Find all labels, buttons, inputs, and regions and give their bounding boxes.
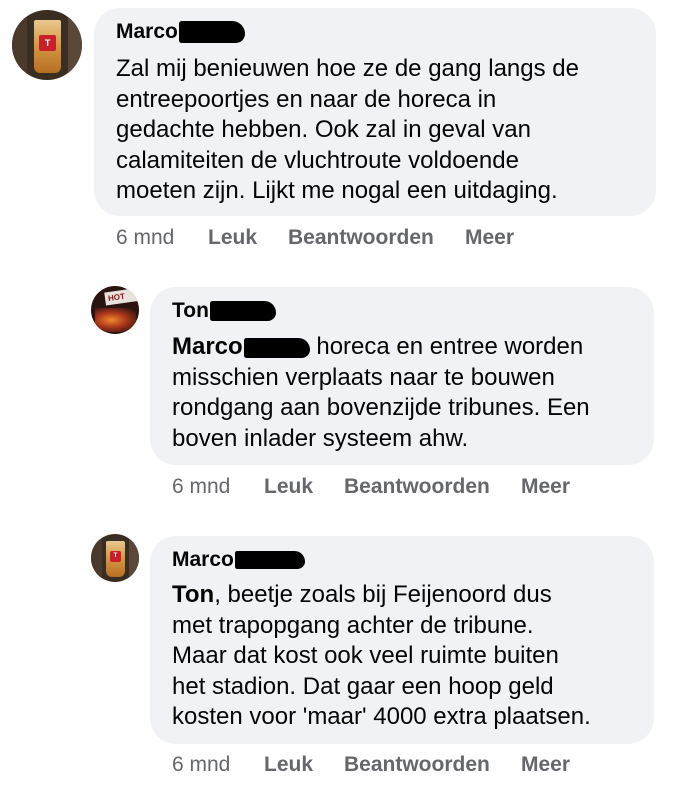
avatar-background (68, 10, 82, 80)
like-button[interactable]: Leuk (264, 474, 313, 500)
more-button[interactable]: Meer (465, 225, 514, 251)
comment-line: het stadion. Dat gaar een hoop geld (172, 672, 554, 700)
author-first-name: Marco (116, 20, 178, 43)
redaction-mark (178, 21, 245, 44)
timestamp[interactable]: 6 mnd (116, 225, 174, 251)
comment-line: calamiteiten de vluchtroute voldoende (116, 146, 519, 174)
comment-line: Marco horeca en entree worden (172, 332, 590, 363)
mention-name: Marco (172, 333, 243, 360)
reply-comment: HOT Ton Marco horeca en entree worden mi… (0, 280, 676, 510)
mention-link[interactable]: Marco (172, 333, 310, 360)
comment: T Marco Zal mij benieuwen hoe ze de gang… (0, 0, 676, 260)
comment-line: Zal mij benieuwen hoe ze de gang langs d… (116, 55, 579, 82)
comment-text: Zal mij benieuwen hoe ze de gang langs d… (116, 54, 579, 207)
more-button[interactable]: Meer (521, 474, 570, 500)
reply-comment: T Marco Ton, beetje zoals bij Feijenoord… (0, 528, 676, 800)
comment-line: misschien verplaats naar te bouwen (172, 363, 555, 391)
author-first-name: Ton (172, 299, 209, 322)
comment-actions: 6 mnd Leuk Beantwoorden Meer (172, 474, 652, 500)
reply-button[interactable]: Beantwoorden (288, 225, 434, 251)
author-name[interactable]: Ton (172, 298, 276, 324)
author-name[interactable]: Marco (172, 547, 305, 573)
comment-text-segment: , beetje zoals bij Feijenoord dus (214, 581, 552, 608)
reply-button[interactable]: Beantwoorden (344, 752, 490, 778)
avatar-background (129, 534, 139, 582)
comment-actions: 6 mnd Leuk Beantwoorden Meer (116, 225, 656, 251)
comment-line: gedachte hebben. Ook zal in geval van (116, 116, 531, 143)
avatar-background (91, 534, 102, 582)
timestamp[interactable]: 6 mnd (172, 752, 230, 778)
avatar-background (12, 10, 28, 80)
comment-text: Marco horeca en entree worden misschien … (172, 332, 590, 454)
more-button[interactable]: Meer (521, 752, 570, 778)
comment-line: Ton, beetje zoals bij Feijenoord dus (172, 580, 591, 611)
author-name[interactable]: Marco (116, 19, 245, 45)
timestamp[interactable]: 6 mnd (172, 474, 230, 500)
beer-glass-icon: T (34, 19, 61, 73)
avatar-logo: T (39, 34, 57, 51)
avatar-logo: T (109, 550, 122, 562)
comment-line: kosten voor 'maar' 4000 extra plaatsen. (172, 703, 591, 730)
avatar-background (94, 307, 136, 332)
comment-text-segment: horeca en entree worden (316, 333, 584, 360)
like-button[interactable]: Leuk (264, 752, 313, 778)
comment-line: rondgang aan bovenzijde tribunes. Een (172, 394, 590, 421)
comment-line: moeten zijn. Lijkt me nogal een uitdagin… (116, 177, 558, 204)
mention-link[interactable]: Ton (172, 581, 214, 608)
avatar[interactable]: T (91, 534, 139, 582)
avatar[interactable]: T (12, 10, 82, 80)
avatar-sign: HOT (104, 287, 139, 306)
avatar[interactable]: HOT (91, 286, 139, 334)
comment-line: met trapopgang achter de tribune. (172, 611, 534, 639)
beer-glass-icon: T (106, 540, 125, 578)
reply-button[interactable]: Beantwoorden (344, 474, 490, 500)
redaction-mark (209, 301, 276, 322)
comment-line: boven inlader systeem ahw. (172, 424, 469, 452)
author-first-name: Marco (172, 548, 234, 571)
comment-line: entreepoortjes en naar de horeca in (116, 85, 497, 113)
comment-text: Ton, beetje zoals bij Feijenoord dus met… (172, 580, 591, 733)
redaction-mark (234, 551, 305, 570)
redaction-mark (243, 337, 310, 358)
comment-line: Maar dat kost ook veel ruimte buiten (172, 642, 559, 669)
like-button[interactable]: Leuk (208, 225, 257, 251)
comment-actions: 6 mnd Leuk Beantwoorden Meer (172, 752, 652, 778)
